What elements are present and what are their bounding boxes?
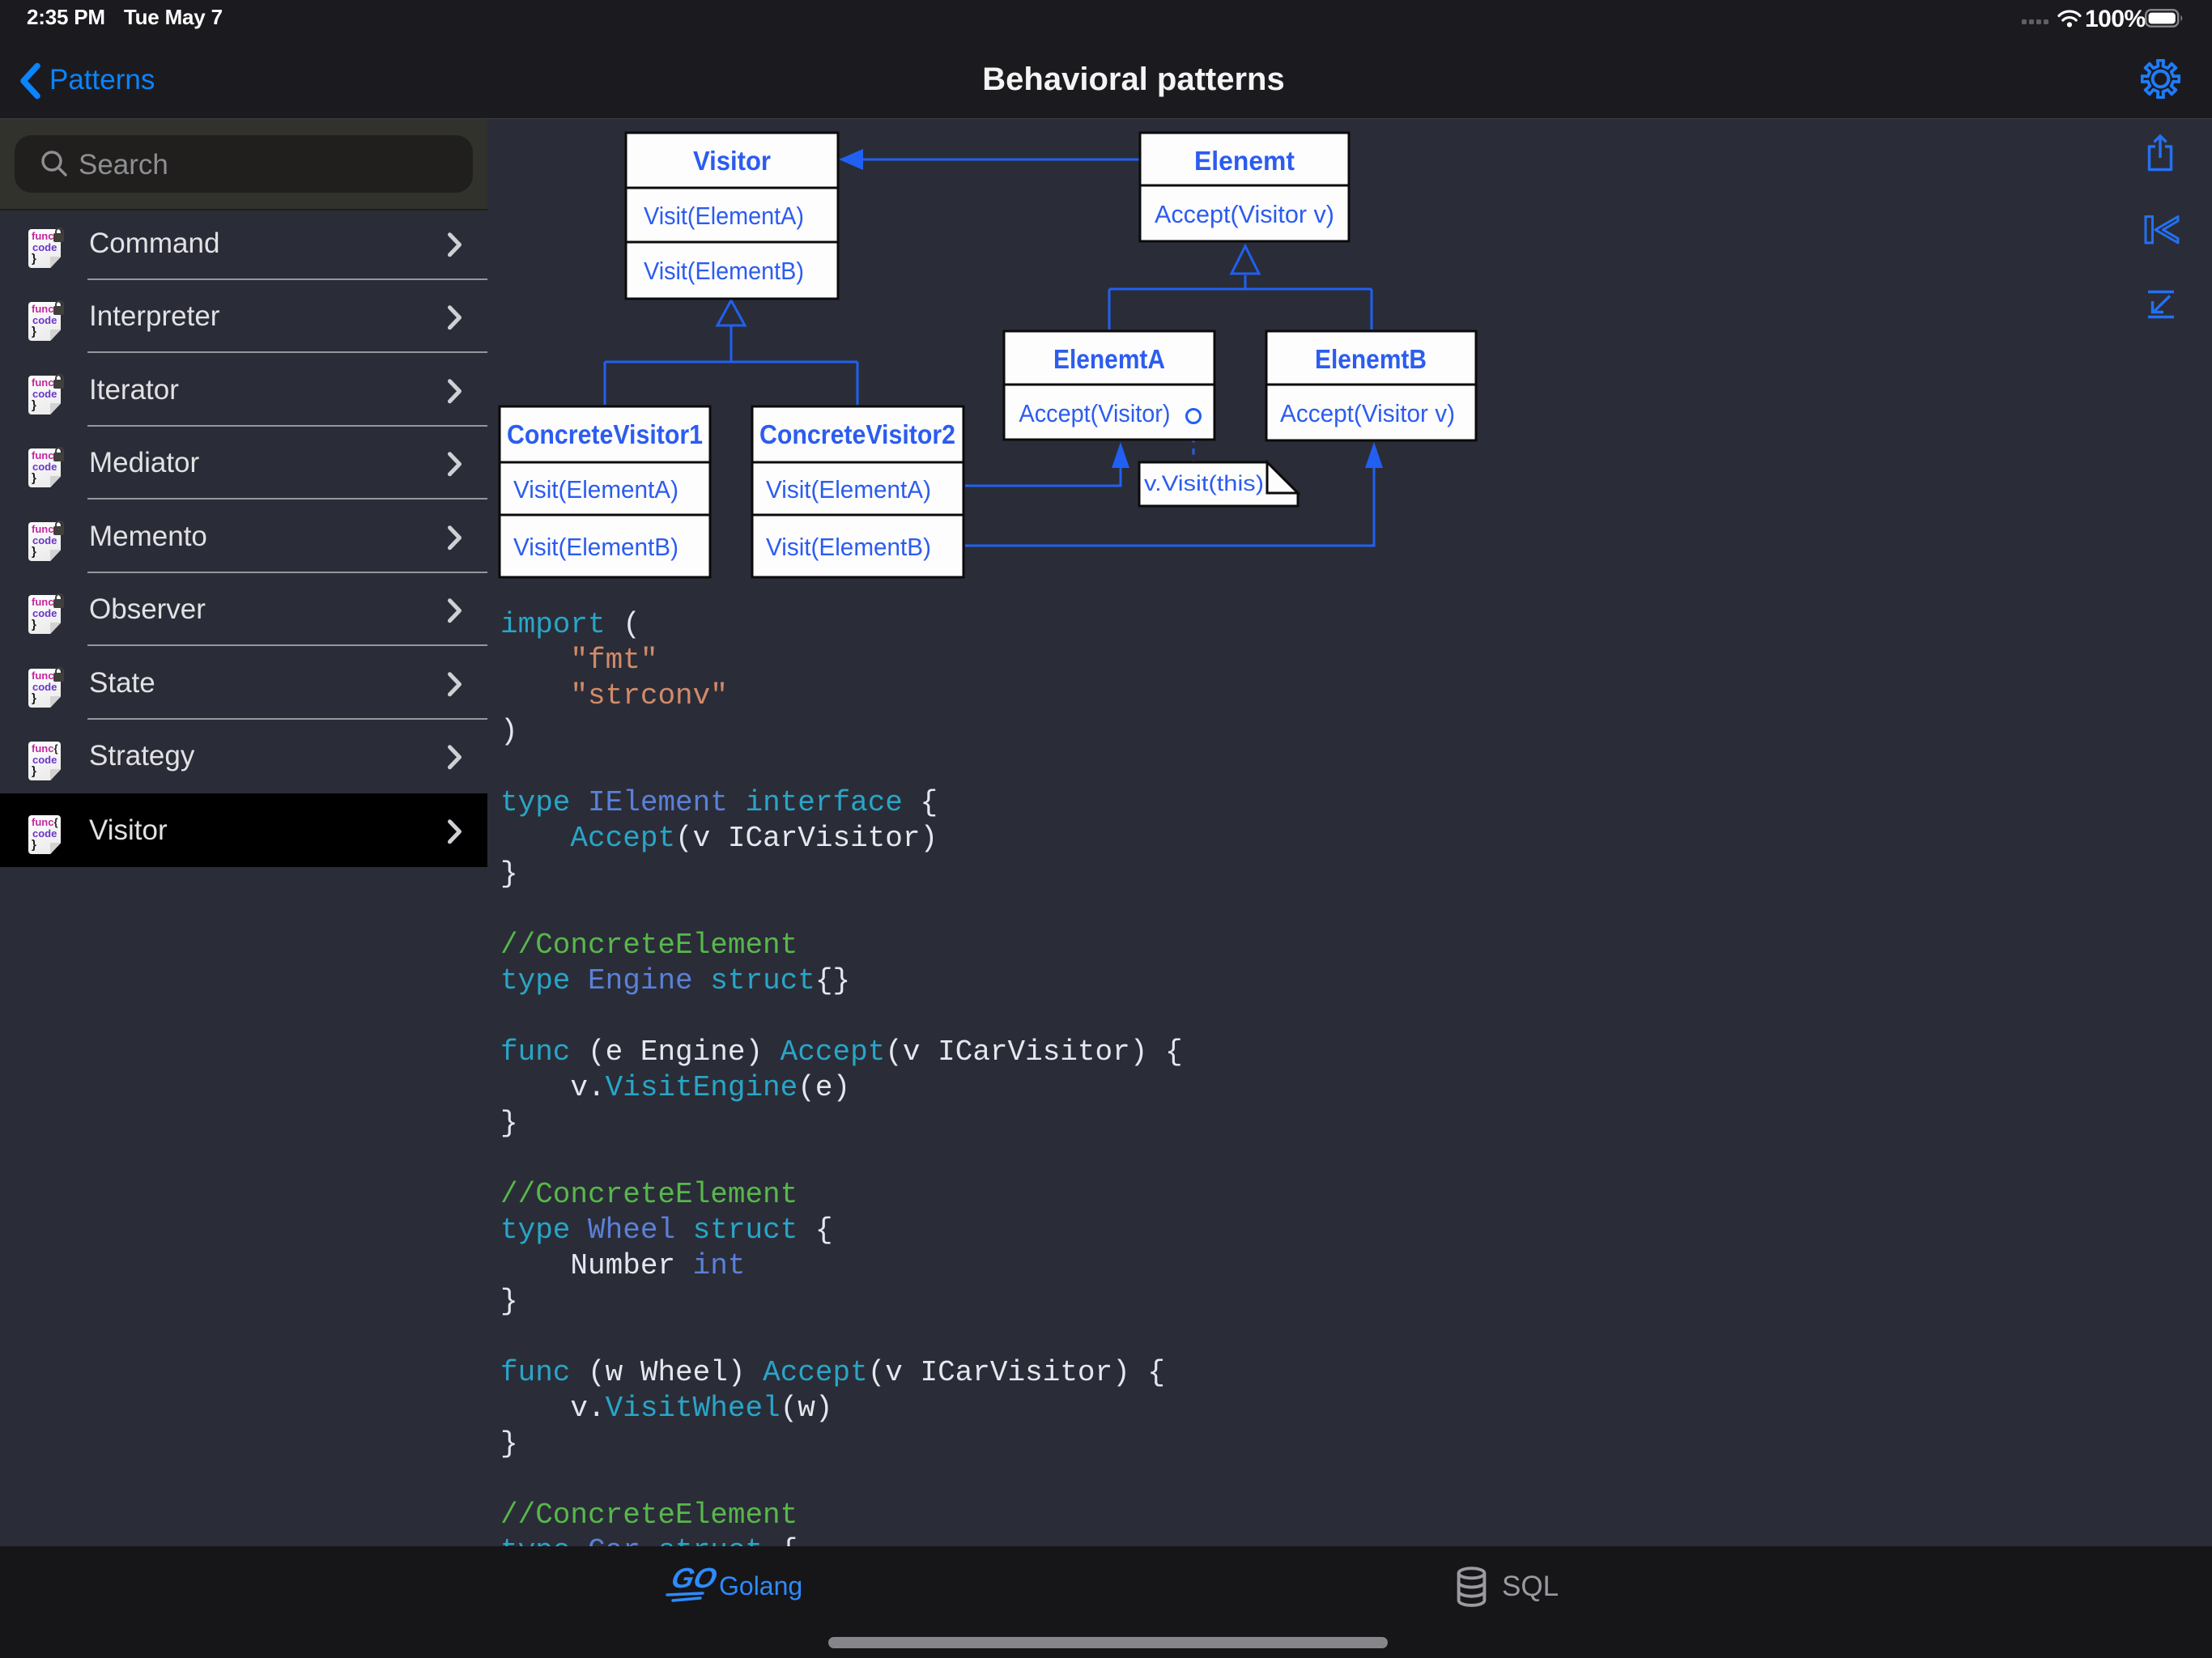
svg-text:ElenemtB: ElenemtB: [1315, 344, 1427, 374]
svg-text:Accept(Visitor v): Accept(Visitor v): [1155, 200, 1334, 228]
svg-text:Visit(ElementA): Visit(ElementA): [513, 475, 678, 504]
svg-text:ElenemtA: ElenemtA: [1053, 344, 1165, 374]
svg-text:Visit(ElementB): Visit(ElementB): [644, 257, 804, 285]
svg-text:Visit(ElementA): Visit(ElementA): [644, 202, 804, 230]
svg-text:Visit(ElementB): Visit(ElementB): [766, 533, 931, 561]
svg-text:Visit(ElementA): Visit(ElementA): [766, 475, 931, 504]
svg-text:Elenemt: Elenemt: [1194, 146, 1295, 176]
svg-text:GO: GO: [669, 1562, 717, 1593]
svg-text:ConcreteVisitor1: ConcreteVisitor1: [507, 419, 703, 449]
svg-text:ConcreteVisitor2: ConcreteVisitor2: [759, 419, 955, 449]
svg-text:Visit(ElementB): Visit(ElementB): [513, 533, 678, 561]
svg-text:Accept(Visitor): Accept(Visitor): [1019, 399, 1171, 427]
svg-text:v.Visit(this): v.Visit(this): [1144, 471, 1264, 495]
svg-text:Accept(Visitor v): Accept(Visitor v): [1280, 399, 1455, 427]
svg-text:Visitor: Visitor: [693, 146, 771, 176]
